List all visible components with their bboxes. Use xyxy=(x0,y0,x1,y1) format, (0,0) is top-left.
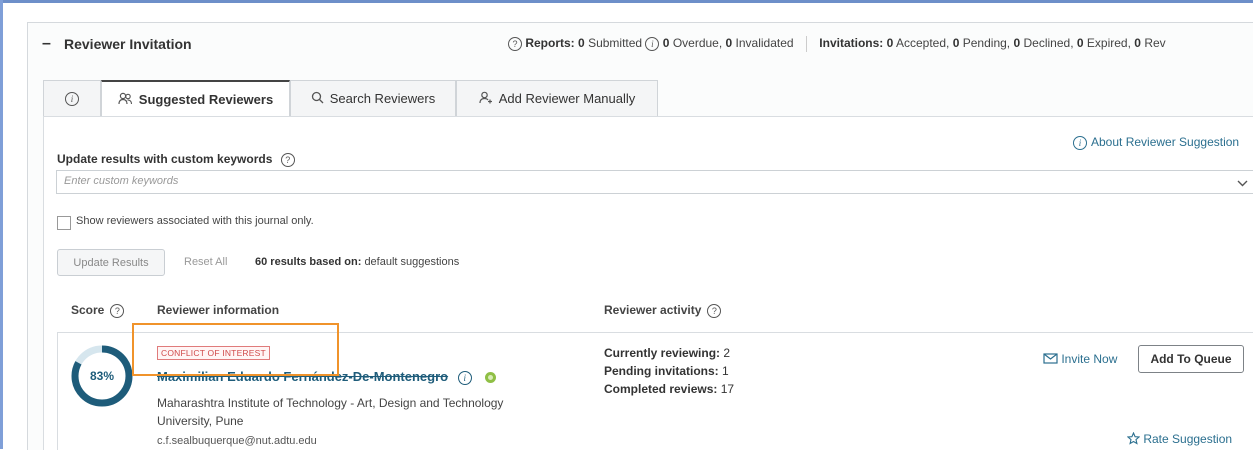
invalidated-label: Invalidated xyxy=(735,36,794,51)
accepted-label: Accepted, xyxy=(896,36,950,51)
journal-only-checkbox[interactable] xyxy=(57,216,71,230)
reports-label: Reports: xyxy=(525,36,575,51)
declined-label: Declined, xyxy=(1023,36,1074,51)
window-top-border xyxy=(0,0,1253,3)
declined-count: 0 xyxy=(1013,36,1021,51)
invitations-label: Invitations: xyxy=(819,36,884,51)
reset-all-link[interactable]: Reset All xyxy=(184,256,227,268)
reviewer-name-row: Maximilian Eduardo Fernández-De-Monteneg… xyxy=(157,369,497,385)
pending-label: Pending, xyxy=(962,36,1011,51)
info-icon: i xyxy=(65,91,79,106)
chevron-down-icon[interactable] xyxy=(1237,176,1248,190)
results-summary: 60 results based on: default suggestions xyxy=(255,256,459,268)
person-add-icon xyxy=(479,91,493,107)
accepted-count: 0 xyxy=(886,36,894,51)
invite-now-label: Invite Now xyxy=(1061,352,1118,366)
update-results-button[interactable]: Update Results xyxy=(57,249,165,276)
currently-reviewing-label: Currently reviewing: xyxy=(604,346,721,360)
tab-search-reviewers[interactable]: Search Reviewers xyxy=(290,80,456,116)
people-icon xyxy=(118,92,133,108)
activity-header-label: Reviewer activity xyxy=(604,303,702,317)
tab-add-reviewer-manually[interactable]: Add Reviewer Manually xyxy=(456,80,658,116)
about-reviewer-suggestion-link[interactable]: i About Reviewer Suggestion xyxy=(1073,135,1239,150)
invite-now-link[interactable]: Invite Now xyxy=(1043,352,1117,366)
rate-suggestion-link[interactable]: Rate Suggestion xyxy=(1126,431,1233,446)
submitted-label: Submitted xyxy=(588,36,643,51)
envelope-icon xyxy=(1043,352,1061,366)
reports-invitations-summary: ? Reports: 0 Submitted i 0 Overdue, 0 In… xyxy=(508,36,1166,52)
completed-reviews-label: Completed reviews: xyxy=(604,382,718,396)
currently-reviewing: Currently reviewing: 2 xyxy=(604,346,730,360)
custom-keywords-label-text: Update results with custom keywords xyxy=(57,152,273,166)
tab-label: Search Reviewers xyxy=(329,91,436,106)
score-value: 83% xyxy=(89,369,115,383)
info-icon: i xyxy=(1073,135,1087,150)
collapse-icon[interactable]: – xyxy=(42,35,54,53)
score-header-label: Score xyxy=(71,303,105,317)
conflict-of-interest-badge: CONFLICT OF INTEREST xyxy=(157,346,270,360)
column-header-reviewer-information: Reviewer information xyxy=(157,303,280,317)
invalidated-count: 0 xyxy=(725,36,733,51)
reviewer-affiliation: Maharashtra Institute of Technology - Ar… xyxy=(157,396,504,428)
help-icon[interactable]: ? xyxy=(110,303,125,318)
expired-label: Expired, xyxy=(1086,36,1131,51)
search-icon xyxy=(311,91,324,107)
completed-reviews: Completed reviews: 17 xyxy=(604,382,734,396)
info-icon[interactable]: i xyxy=(457,370,472,385)
pending-invitations-label: Pending invitations: xyxy=(604,364,719,378)
reviewer-email: c.f.sealbuquerque@nut.adtu.edu xyxy=(157,435,317,447)
journal-only-label: Show reviewers associated with this jour… xyxy=(76,215,314,227)
help-icon[interactable]: ? xyxy=(508,37,522,51)
tab-info[interactable]: i xyxy=(43,80,101,116)
rev-label: Rev xyxy=(1144,36,1166,51)
results-count: 60 results based on: xyxy=(255,256,362,268)
orcid-icon[interactable] xyxy=(485,372,497,384)
pending-invitations-value: 1 xyxy=(722,364,729,378)
help-icon[interactable]: ? xyxy=(280,152,295,167)
overdue-count: 0 xyxy=(662,36,670,51)
expired-count: 0 xyxy=(1076,36,1084,51)
rev-count: 0 xyxy=(1134,36,1141,51)
pending-invitations: Pending invitations: 1 xyxy=(604,364,729,378)
column-header-reviewer-activity: Reviewer activity? xyxy=(604,303,722,318)
about-label: About Reviewer Suggestion xyxy=(1091,135,1240,149)
rate-suggestion-label: Rate Suggestion xyxy=(1143,432,1233,446)
submitted-count: 0 xyxy=(578,36,585,51)
column-header-score: Score? xyxy=(71,303,125,318)
results-source: default suggestions xyxy=(364,256,460,268)
custom-keywords-input[interactable]: Enter custom keywords xyxy=(56,170,1253,194)
currently-reviewing-value: 2 xyxy=(723,346,731,360)
tab-label: Suggested Reviewers xyxy=(138,92,274,107)
add-to-queue-button[interactable]: Add To Queue xyxy=(1138,345,1244,373)
reviewer-name[interactable]: Maximilian Eduardo Fernández-De-Monteneg… xyxy=(157,369,448,384)
tab-suggested-reviewers[interactable]: Suggested Reviewers xyxy=(101,80,290,117)
overdue-label: Overdue, xyxy=(672,36,723,51)
pending-count: 0 xyxy=(952,36,960,51)
custom-keywords-label: Update results with custom keywords ? xyxy=(57,152,295,167)
star-icon xyxy=(1126,431,1143,446)
divider xyxy=(805,36,807,52)
help-icon[interactable]: ? xyxy=(707,303,722,318)
completed-reviews-value: 17 xyxy=(720,382,735,396)
info-icon[interactable]: i xyxy=(645,37,660,51)
tab-label: Add Reviewer Manually xyxy=(498,91,636,106)
panel-title: Reviewer Invitation xyxy=(64,36,192,52)
window-left-border xyxy=(0,0,3,449)
